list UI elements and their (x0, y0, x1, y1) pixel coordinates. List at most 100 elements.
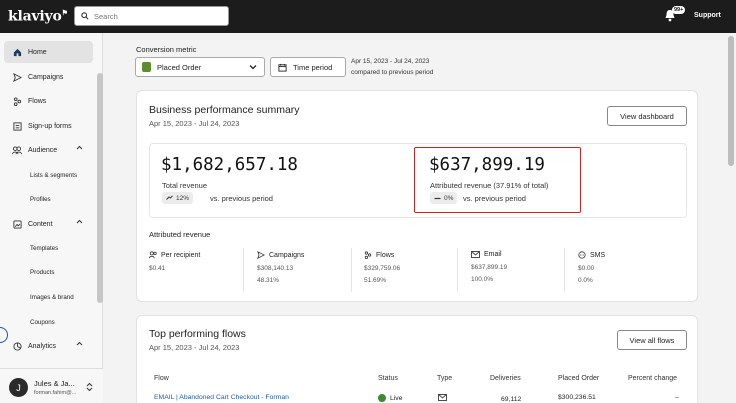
notifications-button[interactable]: 99+ (664, 6, 686, 25)
sidebar-item-home[interactable]: Home (4, 41, 93, 63)
total-revenue-change: 12% (176, 194, 190, 202)
sidebar-item-audience[interactable]: Audience (4, 139, 93, 161)
attributed-col-sms: SMS $0.00 0.0% (578, 251, 605, 291)
attributed-revenue-highlight (414, 147, 581, 213)
send-icon (257, 251, 265, 259)
sidebar: Home Campaigns Flows Sign-up forms Audie… (0, 33, 103, 403)
attributed-col-campaigns: Campaigns $308,140.13 48.31% (257, 251, 304, 291)
column-header-deliveries[interactable]: Deliveries (490, 375, 521, 382)
trend-up-icon (166, 194, 173, 202)
sidebar-item-label: Sign-up forms (28, 122, 72, 130)
total-revenue-label: Total revenue (162, 181, 208, 190)
main-scrollbar[interactable] (728, 36, 734, 166)
time-period-button[interactable]: Time period (270, 57, 346, 77)
top-flows-card: Top performing flows Apr 15, 2023 - Jul … (136, 315, 698, 403)
view-all-flows-button[interactable]: View all flows (617, 330, 687, 350)
sidebar-subitem-templates[interactable]: Templates (30, 245, 58, 252)
sidebar-item-label: Flows (28, 97, 47, 105)
account-name: Jules & Ja... (34, 379, 75, 388)
flow-status-label: Live (390, 394, 403, 402)
sidebar-item-label: Audience (28, 146, 58, 154)
card-title: Top performing flows (149, 328, 246, 340)
search-input[interactable]: Search (74, 6, 229, 26)
time-period-label: Time period (293, 62, 333, 72)
sidebar-item-label: Campaigns (28, 73, 64, 81)
column-divider (564, 248, 565, 292)
attributed-col-flows: Flows $329,759.06 51.69% (364, 251, 400, 291)
column-percent: 48.31% (257, 277, 280, 284)
card-title: Business performance summary (149, 104, 300, 116)
column-value: $637,899.19 (471, 264, 508, 271)
flow-link[interactable]: EMAIL | Abandoned Cart Checkout - Forman (154, 394, 289, 401)
selected-date-range: Apr 15, 2023 - Jul 24, 2023 (351, 58, 430, 65)
search-placeholder: Search (94, 11, 118, 21)
sidebar-item-label: Home (28, 48, 47, 56)
column-label: Campaigns (269, 251, 305, 259)
logo-flag-icon: ⚑ (61, 8, 68, 18)
form-icon (12, 121, 22, 131)
attributed-col-email: Email $637,899.19 100.0% (471, 251, 507, 291)
account-switcher[interactable]: J Jules & Ja... forman.fahim@... (0, 368, 103, 403)
sidebar-subitem-images-brand[interactable]: Images & brand (30, 294, 74, 301)
sidebar-subitem-lists-segments[interactable]: Lists & segments (30, 172, 77, 179)
column-label: Per recipient (161, 251, 201, 259)
sidebar-item-flows[interactable]: Flows (4, 90, 93, 112)
chevron-up-icon (76, 145, 83, 152)
conversion-metric-value: Placed Order (157, 62, 202, 72)
sidebar-subitem-coupons[interactable]: Coupons (30, 319, 55, 326)
attributed-revenue-title: Attributed revenue (149, 230, 211, 239)
sms-icon (578, 251, 586, 259)
top-bar: klaviyo⚑ Search 99+ Support (0, 0, 736, 33)
chevron-up-icon (76, 219, 83, 226)
chevron-down-icon (249, 63, 257, 72)
column-header-status[interactable]: Status (378, 375, 398, 382)
comparison-text: compared to previous period (351, 69, 434, 76)
column-header-percent-change[interactable]: Percent change (628, 375, 677, 382)
conversion-metric-label: Conversion metric (136, 45, 197, 54)
column-percent: 100.0% (471, 276, 494, 283)
total-revenue-change-badge: 12% (162, 192, 194, 204)
column-divider (243, 248, 244, 292)
column-header-type[interactable]: Type (437, 375, 452, 382)
email-icon (471, 251, 480, 258)
flow-placed-order: $300,236.51 (558, 394, 596, 401)
search-icon (81, 12, 89, 20)
card-date-range: Apr 15, 2023 - Jul 24, 2023 (149, 119, 240, 128)
flow-deliveries: 69,112 (501, 396, 522, 403)
sidebar-item-content[interactable]: Content (4, 213, 93, 235)
support-link[interactable]: Support (694, 12, 721, 19)
send-icon (12, 72, 22, 82)
calendar-icon (278, 63, 287, 72)
email-icon (438, 394, 447, 403)
column-header-placed-order[interactable]: Placed Order (558, 375, 599, 382)
flow-percent-change: – (675, 394, 679, 401)
sidebar-scrollbar[interactable] (97, 73, 103, 303)
column-label: Flows (376, 251, 395, 259)
sidebar-item-label: Content (28, 220, 53, 228)
column-divider (457, 248, 458, 292)
column-value: $0.41 (149, 265, 166, 272)
column-value: $329,759.06 (364, 265, 401, 272)
logo-text: klaviyo (8, 8, 62, 25)
account-email: forman.fahim@... (34, 390, 77, 396)
home-icon (12, 47, 22, 57)
column-percent: 51.69% (364, 277, 387, 284)
card-date-range: Apr 15, 2023 - Jul 24, 2023 (149, 343, 240, 352)
sidebar-subitem-profiles[interactable]: Profiles (30, 196, 51, 203)
column-value: $0.00 (578, 265, 595, 272)
shopify-icon (142, 62, 151, 72)
view-dashboard-button[interactable]: View dashboard (607, 106, 687, 126)
attributed-col-per-recipient: Per recipient $0.41 (149, 251, 200, 291)
live-status-icon (378, 394, 386, 402)
column-header-flow[interactable]: Flow (154, 375, 169, 382)
avatar: J (9, 378, 28, 397)
sidebar-item-campaigns[interactable]: Campaigns (4, 66, 93, 88)
sidebar-subitem-products[interactable]: Products (30, 269, 54, 276)
people-icon (12, 145, 22, 155)
klaviyo-logo[interactable]: klaviyo⚑ (8, 8, 74, 25)
conversion-metric-select[interactable]: Placed Order (135, 57, 265, 77)
sidebar-item-analytics[interactable]: Analytics (4, 335, 93, 357)
analytics-icon (12, 341, 22, 351)
sidebar-item-signup-forms[interactable]: Sign-up forms (4, 115, 93, 137)
total-revenue-vs: vs. previous period (210, 194, 273, 203)
